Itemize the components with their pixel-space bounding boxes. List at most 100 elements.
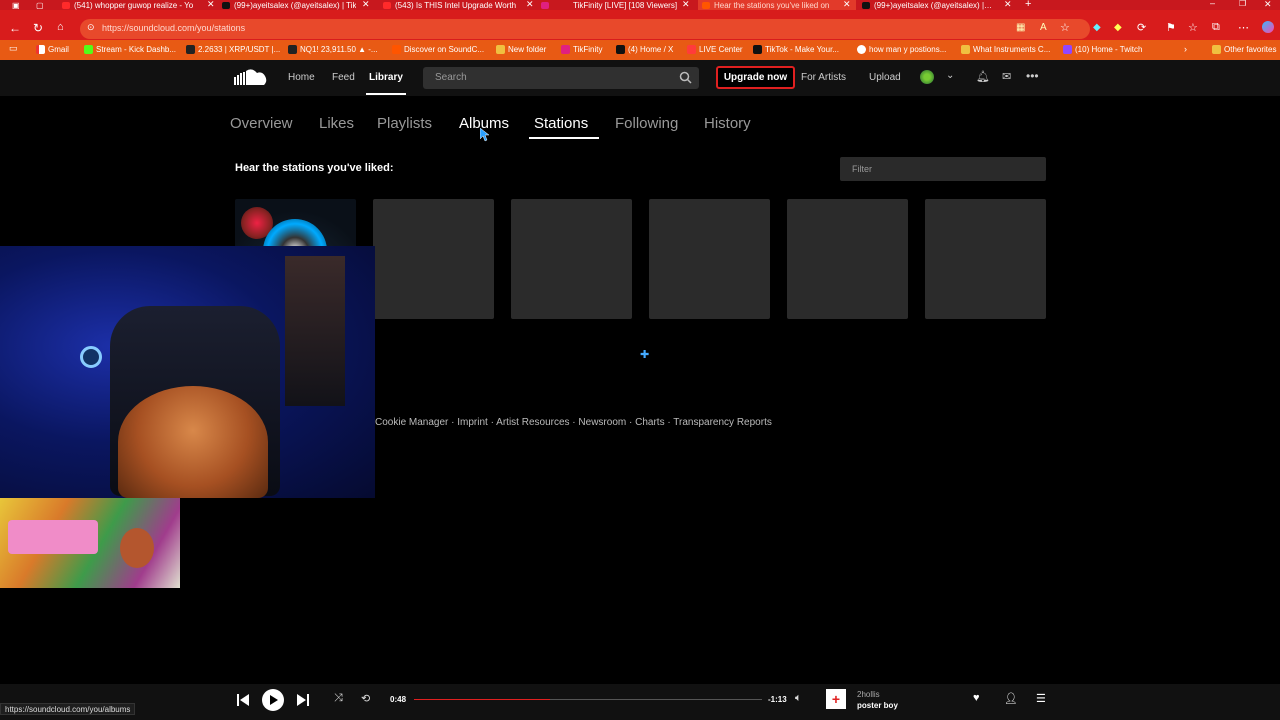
- queue-list-icon[interactable]: ☰: [1036, 692, 1046, 705]
- tab-playlists[interactable]: Playlists: [377, 115, 432, 132]
- soundcloud-icon: [702, 1, 710, 9]
- track-artwork[interactable]: +: [826, 689, 846, 709]
- link-status-bubble: https://soundcloud.com/you/albums: [0, 703, 136, 715]
- browser-tab-5-active[interactable]: Hear the stations you've liked on: [698, 0, 856, 10]
- minimize-icon[interactable]: –: [1210, 0, 1215, 8]
- bookmark-soundcloud[interactable]: Discover on SoundC...: [392, 45, 484, 54]
- upgrade-now-button[interactable]: Upgrade now: [716, 66, 795, 89]
- tab-title: TikFinity [LIVE] [108 Viewers]: [573, 0, 678, 10]
- tab-overview[interactable]: Overview: [230, 115, 293, 132]
- window-menu-icon[interactable]: ▣: [12, 1, 20, 10]
- other-favorites[interactable]: Other favorites: [1212, 45, 1276, 54]
- nav-feed[interactable]: Feed: [332, 72, 355, 83]
- favorite-star-icon[interactable]: ☆: [1060, 21, 1070, 34]
- bookmark-x-home[interactable]: (4) Home / X: [616, 45, 673, 54]
- tab-title: (99+)ayeitsalex (@ayeitsalex) | Tik: [234, 0, 357, 10]
- footer-link-charts[interactable]: Charts: [635, 417, 664, 428]
- follow-user-icon[interactable]: 👤︎: [1004, 692, 1018, 705]
- close-tab-icon[interactable]: ✕: [843, 0, 851, 10]
- tab-following[interactable]: Following: [615, 115, 678, 132]
- url-text[interactable]: https://soundcloud.com/you/stations: [102, 23, 245, 33]
- more-options-icon[interactable]: •••: [1026, 69, 1039, 83]
- handcam-overlay: [0, 498, 180, 588]
- copilot-icon[interactable]: [1262, 21, 1274, 33]
- restore-icon[interactable]: ❐: [1239, 0, 1246, 8]
- tab-history[interactable]: History: [704, 115, 751, 132]
- footer-link-newsroom[interactable]: Newsroom: [578, 417, 626, 428]
- search-icon[interactable]: [679, 71, 692, 84]
- upload-link[interactable]: Upload: [869, 72, 901, 83]
- home-icon[interactable]: ⌂: [57, 21, 64, 33]
- bookmark-live-center[interactable]: LIVE Center: [687, 45, 743, 54]
- browser-tab-1[interactable]: (541) whopper guwop realize - Yo: [62, 0, 222, 10]
- footer-link-transparency-reports[interactable]: Transparency Reports: [673, 417, 772, 428]
- close-tab-icon[interactable]: ✕: [362, 0, 370, 10]
- close-tab-icon[interactable]: ✕: [526, 0, 534, 10]
- bookmark-twitch[interactable]: (10) Home - Twitch: [1063, 45, 1142, 54]
- close-window-icon[interactable]: ✕: [1264, 0, 1272, 10]
- track-title[interactable]: poster boy: [857, 701, 898, 710]
- webcam-subject-hair: [118, 386, 268, 498]
- repeat-icon[interactable]: ⟲: [361, 692, 370, 705]
- browser-tab-2[interactable]: (99+)ayeitsalex (@ayeitsalex) | Tik: [222, 0, 372, 10]
- bookmark-kick[interactable]: Stream - Kick Dashb...: [84, 45, 176, 54]
- bookmarks-toggle-icon[interactable]: ▭: [9, 43, 18, 54]
- refresh-icon[interactable]: ↻: [33, 21, 43, 35]
- browser-tab-3[interactable]: (543) Is THIS Intel Upgrade Worth: [383, 0, 533, 10]
- track-artist[interactable]: 2hollis: [857, 690, 880, 699]
- footer-link-cookie-manager[interactable]: Cookie Manager: [375, 417, 448, 428]
- site-info-icon[interactable]: ⊙: [87, 22, 95, 33]
- app-available-icon[interactable]: ▦: [1016, 22, 1025, 33]
- volume-icon[interactable]: 🔈︎: [795, 692, 802, 705]
- extension-icon[interactable]: ⚑: [1166, 21, 1176, 34]
- footer-link-imprint[interactable]: Imprint: [457, 417, 488, 428]
- like-heart-icon[interactable]: ♥: [973, 692, 980, 704]
- chart-site-icon: [186, 45, 195, 54]
- close-tab-icon[interactable]: ✕: [1004, 0, 1012, 10]
- skip-previous-icon[interactable]: [237, 693, 249, 707]
- tab-actions-icon[interactable]: ▢: [36, 1, 44, 10]
- bookmark-gmail[interactable]: Gmail: [36, 45, 69, 54]
- extension-icon[interactable]: ◆: [1114, 22, 1122, 33]
- messages-mail-icon[interactable]: ✉: [1002, 70, 1011, 83]
- for-artists-link[interactable]: For Artists: [801, 72, 846, 83]
- bookmark-xrp[interactable]: 2.2633 | XRP/USDT |...: [186, 45, 280, 54]
- more-menu-icon[interactable]: ⋯: [1238, 21, 1249, 34]
- bookmark-instruments[interactable]: What Instruments C...: [961, 45, 1050, 54]
- collections-icon[interactable]: ⧉: [1212, 21, 1220, 34]
- extension-icon[interactable]: ⟳: [1137, 21, 1146, 34]
- bookmark-new-folder[interactable]: New folder: [496, 45, 546, 54]
- tab-active-indicator: [529, 137, 599, 139]
- bookmark-label: What Instruments C...: [973, 45, 1051, 54]
- bookmark-nq[interactable]: NQ1! 23,911.50 ▲ -...: [288, 45, 378, 54]
- new-tab-icon[interactable]: +: [1025, 0, 1031, 10]
- extension-icon[interactable]: ◆: [1093, 22, 1101, 33]
- tab-likes[interactable]: Likes: [319, 115, 354, 132]
- bookmark-tikfinity[interactable]: TikFinity: [561, 45, 602, 54]
- play-pause-button[interactable]: [262, 689, 284, 711]
- nav-home[interactable]: Home: [288, 72, 315, 83]
- notifications-bell-icon[interactable]: 🔔︎: [976, 70, 990, 83]
- soundcloud-icon: [392, 45, 401, 54]
- favorites-icon[interactable]: ☆: [1188, 21, 1198, 34]
- browser-tab-6[interactable]: (99+)ayeitsalex (@ayeitsalex) | Tik: [862, 0, 1012, 10]
- soundcloud-logo-icon[interactable]: [234, 67, 268, 87]
- close-tab-icon[interactable]: ✕: [207, 0, 215, 10]
- close-tab-icon[interactable]: ✕: [682, 0, 690, 10]
- chevron-right-icon[interactable]: ›: [1184, 44, 1187, 54]
- browser-tab-4[interactable]: TikFinity [LIVE] [108 Viewers]: [541, 0, 696, 10]
- nav-library[interactable]: Library: [369, 72, 403, 83]
- gmail-icon: [36, 45, 45, 54]
- back-icon[interactable]: ←: [9, 21, 21, 35]
- bookmark-google-search[interactable]: how man y postions...: [857, 45, 946, 54]
- bookmark-label: NQ1! 23,911.50 ▲ -...: [300, 45, 378, 54]
- bookmark-tiktok[interactable]: TikTok - Make Your...: [753, 45, 839, 54]
- read-aloud-icon[interactable]: A: [1040, 22, 1047, 33]
- skip-next-icon[interactable]: [297, 693, 309, 707]
- footer-link-artist-resources[interactable]: Artist Resources: [496, 417, 569, 428]
- shuffle-icon[interactable]: ⤨: [334, 692, 343, 705]
- chevron-down-icon[interactable]: ⌄: [946, 70, 954, 81]
- avatar[interactable]: [920, 70, 934, 84]
- x-logo-icon: [616, 45, 625, 54]
- tab-stations[interactable]: Stations: [534, 115, 588, 132]
